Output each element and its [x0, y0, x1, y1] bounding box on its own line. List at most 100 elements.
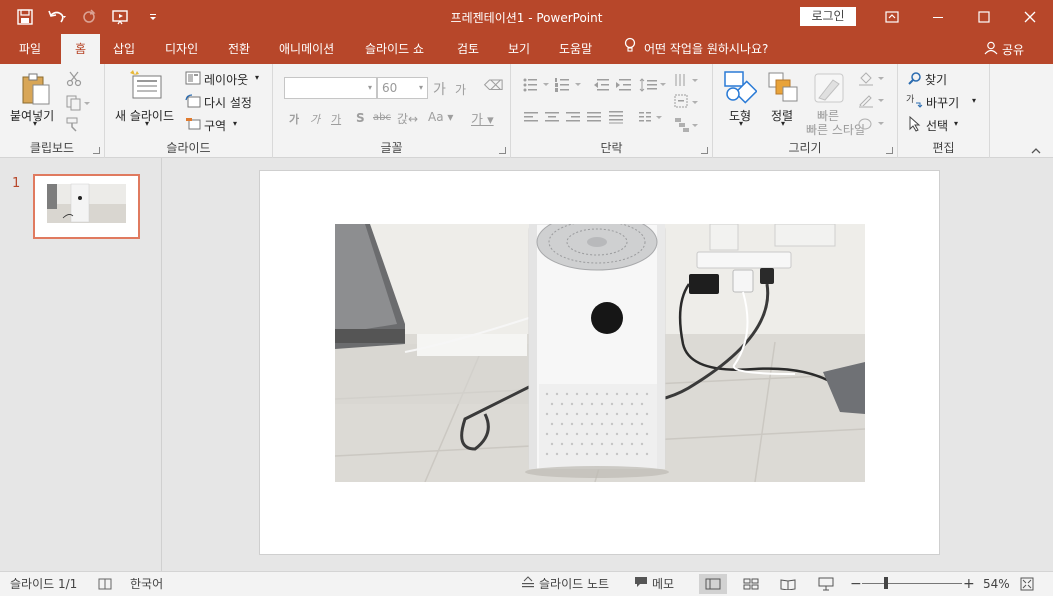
notes-button[interactable]: 슬라이드 노트: [521, 572, 609, 596]
align-text-icon[interactable]: [674, 94, 700, 113]
close-icon[interactable]: [1007, 0, 1053, 34]
zoom-slider-track[interactable]: [862, 583, 962, 584]
shapes-dropdown-icon[interactable]: ▾: [739, 119, 743, 128]
save-icon[interactable]: [14, 6, 36, 28]
tab-slide-show[interactable]: 슬라이드 쇼: [363, 34, 426, 64]
select-icon[interactable]: [909, 115, 921, 135]
collapse-ribbon-icon[interactable]: [1031, 144, 1041, 158]
paragraph-launcher-icon[interactable]: [701, 147, 708, 154]
tab-transitions[interactable]: 전환: [226, 34, 252, 64]
tab-file[interactable]: 파일: [17, 34, 43, 64]
tab-design[interactable]: 디자인: [163, 34, 200, 64]
replace-icon[interactable]: 가: [906, 93, 924, 112]
select-dropdown-icon[interactable]: ▾: [954, 119, 958, 128]
tab-animations[interactable]: 애니메이션: [277, 34, 336, 64]
zoom-in-icon[interactable]: +: [963, 572, 975, 596]
redo-icon[interactable]: [78, 6, 100, 28]
drawing-launcher-icon[interactable]: [886, 147, 893, 154]
slide-counter[interactable]: 슬라이드 1/1: [10, 572, 77, 596]
login-button[interactable]: 로그인: [800, 7, 856, 26]
line-spacing-icon[interactable]: [639, 78, 667, 95]
tab-insert[interactable]: 삽입: [111, 34, 137, 64]
fit-to-window-icon[interactable]: [1020, 572, 1034, 596]
select-label[interactable]: 선택: [926, 117, 948, 134]
layout-dropdown-icon[interactable]: ▾: [255, 73, 259, 82]
shape-effects-icon[interactable]: [858, 117, 886, 134]
shape-outline-icon[interactable]: [858, 94, 886, 111]
decrease-indent-icon[interactable]: [593, 78, 609, 95]
section-dropdown-icon[interactable]: ▾: [233, 119, 237, 128]
align-right-icon[interactable]: [565, 111, 581, 127]
font-name-combo[interactable]: ▾: [284, 77, 377, 99]
arrange-icon[interactable]: [768, 72, 798, 105]
slide-sorter-view-icon[interactable]: [737, 574, 765, 594]
paste-icon[interactable]: [22, 72, 52, 109]
copy-icon[interactable]: [66, 95, 90, 114]
font-color-icon[interactable]: 가 ▾: [471, 109, 494, 128]
share-button[interactable]: 공유: [984, 34, 1024, 64]
align-center-icon[interactable]: [544, 111, 560, 127]
align-left-icon[interactable]: [523, 111, 539, 127]
undo-icon[interactable]: [46, 6, 68, 28]
slideshow-view-icon[interactable]: [812, 574, 840, 594]
shapes-icon[interactable]: [723, 70, 758, 107]
arrange-dropdown-icon[interactable]: ▾: [781, 119, 785, 128]
clipboard-launcher-icon[interactable]: [93, 147, 100, 154]
find-icon[interactable]: [908, 72, 922, 89]
tab-view[interactable]: 보기: [506, 34, 532, 64]
shrink-font-icon[interactable]: 가: [455, 81, 466, 98]
minimize-icon[interactable]: [915, 0, 961, 34]
slide-canvas[interactable]: [259, 170, 940, 555]
clear-formatting-icon[interactable]: ⌫: [484, 78, 504, 94]
replace-label[interactable]: 바꾸기: [926, 94, 959, 111]
tell-me-box[interactable]: 어떤 작업을 원하시나요?: [624, 34, 768, 64]
font-size-combo[interactable]: 60 ▾: [377, 77, 428, 99]
font-launcher-icon[interactable]: [499, 147, 506, 154]
quick-styles-icon[interactable]: [813, 72, 845, 107]
columns-icon[interactable]: [638, 111, 664, 127]
italic-icon[interactable]: 가: [310, 111, 320, 127]
maximize-icon[interactable]: [961, 0, 1007, 34]
bullets-icon[interactable]: [523, 78, 551, 95]
underline-icon[interactable]: 가: [331, 111, 341, 127]
new-slide-icon[interactable]: [129, 70, 163, 103]
tab-home[interactable]: 홈: [61, 34, 101, 64]
zoom-slider-thumb[interactable]: [884, 577, 888, 589]
increase-indent-icon[interactable]: [615, 78, 631, 95]
numbering-icon[interactable]: [555, 78, 583, 95]
normal-view-icon[interactable]: [699, 574, 727, 594]
text-direction-icon[interactable]: [674, 72, 700, 91]
cut-icon[interactable]: [66, 71, 82, 90]
reset-label[interactable]: 다시 설정: [204, 94, 252, 111]
change-case-icon[interactable]: Aa ▾: [428, 110, 453, 124]
character-spacing-icon[interactable]: 갅↔: [397, 110, 418, 127]
shape-fill-icon[interactable]: [858, 72, 886, 89]
reset-icon[interactable]: [185, 94, 201, 111]
justify-icon[interactable]: [586, 111, 602, 127]
reading-view-icon[interactable]: [774, 574, 802, 594]
zoom-level[interactable]: 54%: [983, 572, 1010, 596]
spelling-check-icon[interactable]: [98, 572, 114, 596]
language-indicator[interactable]: 한국어: [130, 572, 163, 596]
start-from-beginning-icon[interactable]: [110, 6, 132, 28]
distributed-icon[interactable]: [608, 110, 624, 128]
slide-photo[interactable]: [335, 224, 865, 482]
paste-dropdown-icon[interactable]: ▾: [33, 119, 37, 128]
tab-review[interactable]: 검토: [455, 34, 481, 64]
tab-help[interactable]: 도움말: [557, 34, 594, 64]
shadow-icon[interactable]: S: [356, 111, 365, 125]
quick-styles-label[interactable]: 빠른 스타일: [806, 121, 865, 138]
section-icon[interactable]: [185, 117, 201, 134]
section-label[interactable]: 구역: [204, 117, 226, 134]
customize-qat-icon[interactable]: [142, 6, 164, 28]
layout-label[interactable]: 레이아웃: [204, 71, 248, 88]
find-label[interactable]: 찾기: [925, 71, 947, 88]
ribbon-display-options-icon[interactable]: [869, 0, 915, 34]
replace-dropdown-icon[interactable]: ▾: [972, 96, 976, 105]
strikethrough-icon[interactable]: abc: [373, 112, 391, 123]
format-painter-icon[interactable]: [66, 117, 82, 136]
zoom-out-icon[interactable]: −: [850, 572, 862, 596]
slide-thumbnail[interactable]: [33, 174, 140, 239]
new-slide-dropdown-icon[interactable]: ▾: [145, 119, 149, 128]
comments-button[interactable]: 메모: [634, 572, 674, 596]
